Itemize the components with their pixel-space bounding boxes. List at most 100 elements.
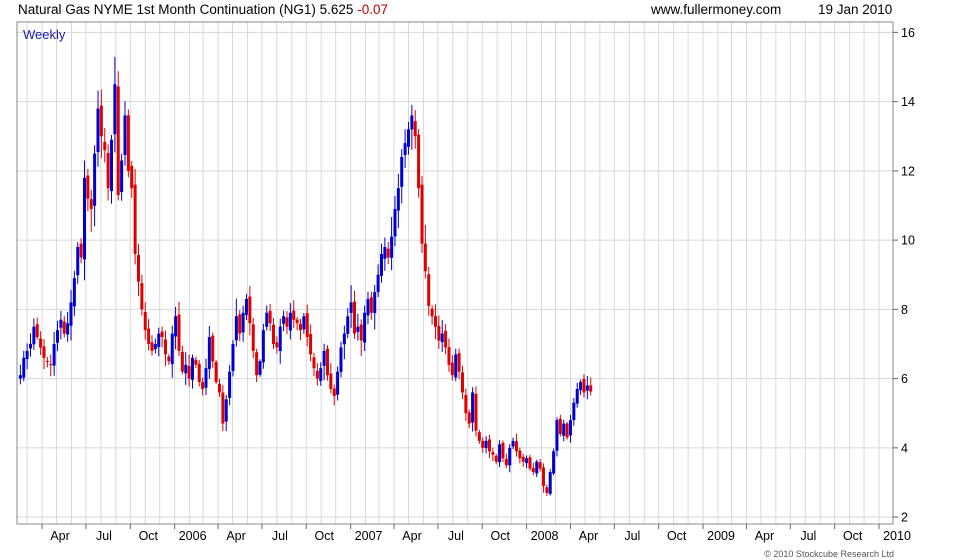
candle-body [163,339,167,355]
candle-body [403,143,407,155]
candle-body [157,333,161,348]
candle-body [49,364,53,366]
candle-body [45,360,49,362]
candle-body [565,423,569,438]
candle-body [153,343,157,350]
candle-body [197,363,201,383]
candle-body [126,115,130,171]
candle-body [204,368,208,388]
candle-body [211,335,215,362]
candle-body [494,455,498,462]
candle-body [140,283,144,310]
x-tick-label: Apr [402,529,421,543]
candle-body [369,297,373,313]
candle-body [201,382,205,389]
candle-body [160,331,164,338]
candle-body [268,310,272,324]
candle-body [410,115,414,130]
candle-body [423,243,427,272]
candle-body [417,134,421,189]
candle-body [109,139,113,192]
candle-body [136,254,140,282]
candle-body [332,388,336,396]
candle-body [545,487,549,493]
candle-body [42,346,46,358]
y-tick-label: 12 [901,164,915,178]
candle-body [379,253,383,276]
candle-body [22,357,26,378]
candle-body [359,324,363,341]
candle-body [390,236,394,258]
candle-body [82,177,86,260]
candle-body [528,457,532,469]
candle-body [72,278,76,307]
candle-body [514,441,518,452]
candle-body [224,399,228,422]
candle-body [535,461,539,474]
candle-body [319,368,323,381]
candle-body [525,458,529,464]
candle-body [228,371,232,398]
candle-body [184,364,188,374]
candle-body [258,361,262,375]
candle-body [244,298,248,316]
price-candles [18,56,593,496]
period-label: Weekly [23,27,66,42]
candle-body [130,165,134,189]
candle-body [471,392,475,423]
candle-body [177,314,181,351]
candle-body [548,472,552,494]
x-tick-label: Oct [843,529,863,543]
y-tick-label: 10 [901,234,915,248]
candle-body [589,385,593,392]
candle-body [116,86,120,196]
candle-body [342,333,346,345]
y-tick-label: 14 [901,95,915,109]
candle-body [538,462,542,469]
y-tick-label: 16 [901,26,915,40]
candle-body [555,420,559,451]
x-tick-label: Apr [579,529,598,543]
candle-body [174,316,178,337]
candle-body [498,444,502,463]
candle-body [339,347,343,372]
candle-body [305,313,309,338]
candle-body [103,141,107,151]
x-tick-label: 2010 [883,529,911,543]
x-tick-label: Oct [667,529,687,543]
candle-body [396,188,400,211]
candle-body [194,359,198,365]
candle-body [552,451,556,474]
candle-body [427,274,431,306]
candle-body [180,351,184,372]
candle-body [190,357,194,380]
candle-body [541,467,545,486]
candle-body [221,392,225,424]
candle-body [28,343,32,349]
candle-body [521,456,525,462]
y-tick-label: 2 [901,511,908,525]
candle-body [86,175,90,199]
candle-body [406,129,410,147]
candle-body [89,199,93,209]
candle-body [562,423,566,436]
candle-body [167,356,171,362]
candle-body [325,348,329,376]
candle-body [288,312,292,331]
candle-body [568,420,572,436]
candle-body [464,395,468,414]
candle-body [454,354,458,378]
candle-body [491,452,495,455]
candle-body [467,412,471,424]
x-tick-label: Jul [448,529,464,543]
candle-body [278,326,282,351]
y-tick-label: 4 [901,441,908,455]
candle-body [501,442,505,459]
x-tick-label: 2009 [707,529,735,543]
candle-body [386,248,390,258]
candle-body [579,382,583,391]
candle-body [292,310,296,320]
candlestick-chart: 246810121416 Apr Jul Oct 2006 Apr Jul Oct 2007 A… [16,21,915,543]
candle-body [413,121,417,137]
candle-body [261,330,265,363]
